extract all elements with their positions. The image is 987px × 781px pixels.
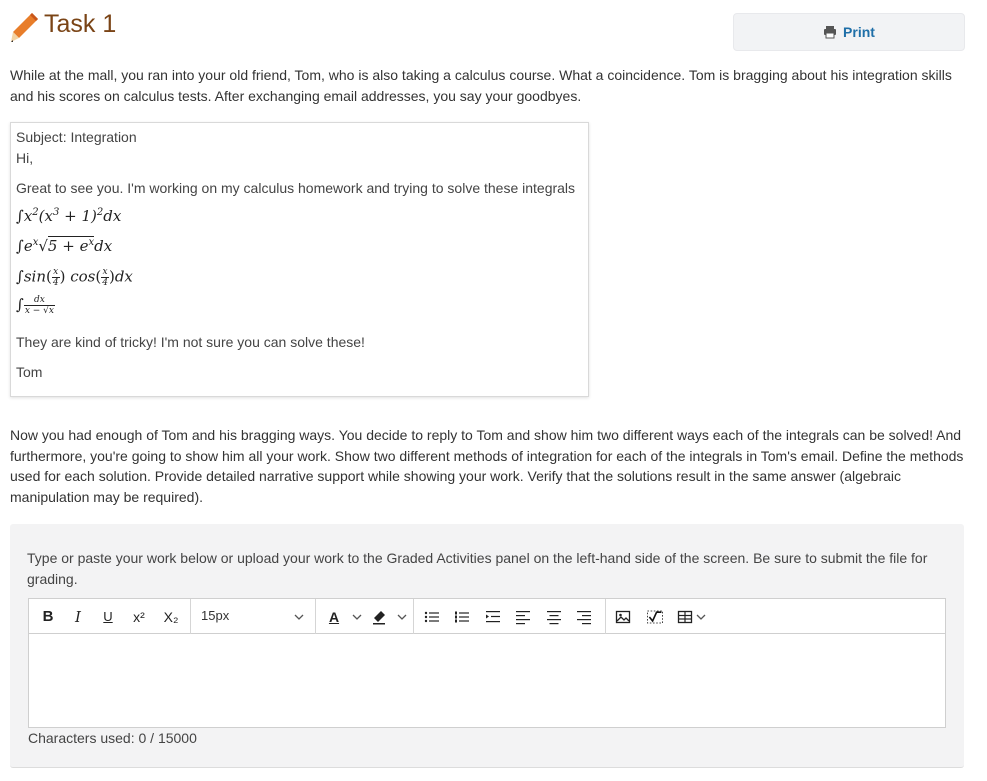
toolbar-divider bbox=[315, 599, 316, 634]
editor-toolbar: B I U x² X₂ 15px A bbox=[29, 599, 945, 634]
email-signature: Tom bbox=[16, 364, 43, 380]
editor-text-area[interactable] bbox=[29, 635, 945, 727]
superscript-button[interactable]: x² bbox=[127, 599, 151, 634]
italic-button[interactable]: I bbox=[69, 599, 87, 634]
align-right-icon[interactable] bbox=[575, 599, 593, 634]
print-button[interactable]: Print bbox=[733, 13, 965, 51]
toolbar-divider bbox=[413, 599, 414, 634]
chevron-down-icon[interactable] bbox=[696, 599, 706, 634]
align-left-icon[interactable] bbox=[514, 599, 532, 634]
submission-instruction: Type or paste your work below or upload … bbox=[27, 550, 928, 587]
rich-text-editor: B I U x² X₂ 15px A bbox=[28, 598, 946, 728]
font-size-value: 15px bbox=[201, 608, 230, 623]
underline-button[interactable]: U bbox=[99, 599, 117, 634]
page-header: Task 1 Print bbox=[10, 8, 965, 51]
numbered-list-icon[interactable] bbox=[453, 599, 471, 634]
equation-editor-icon[interactable] bbox=[643, 599, 667, 634]
indent-icon[interactable] bbox=[484, 599, 502, 634]
intro-paragraph: While at the mall, you ran into your old… bbox=[10, 67, 952, 104]
bold-button[interactable]: B bbox=[39, 599, 57, 634]
integral-4: ∫ dx x − √x bbox=[16, 295, 55, 316]
page-title: Task 1 bbox=[44, 10, 117, 38]
insert-image-icon[interactable] bbox=[614, 599, 632, 634]
integral-3: ∫sin(x 4) cos(x 4)dx bbox=[16, 267, 133, 288]
align-center-icon[interactable] bbox=[545, 599, 563, 634]
email-body: Great to see you. I'm working on my calc… bbox=[16, 180, 576, 196]
email-greeting: Hi, bbox=[16, 150, 34, 166]
integral-2: ∫ex√5 + exdx bbox=[16, 236, 113, 255]
chevron-down-icon[interactable] bbox=[397, 599, 407, 634]
toolbar-divider bbox=[605, 599, 606, 634]
email-subject: Subject: Integration bbox=[16, 129, 137, 145]
task-instructions: Now you had enough of Tom and his braggi… bbox=[10, 427, 964, 505]
highlight-icon[interactable] bbox=[369, 599, 389, 634]
table-icon[interactable] bbox=[676, 599, 694, 634]
chevron-down-icon[interactable] bbox=[352, 599, 362, 634]
submission-panel: Type or paste your work below or upload … bbox=[10, 524, 964, 768]
pencil-icon bbox=[11, 13, 38, 42]
email-closing: They are kind of tricky! I'm not sure yo… bbox=[16, 334, 365, 350]
bullet-list-icon[interactable] bbox=[423, 599, 441, 634]
character-counter: Characters used: 0 / 15000 bbox=[28, 730, 197, 746]
subscript-button[interactable]: X₂ bbox=[159, 599, 183, 634]
email-card: Subject: Integration Hi, Great to see yo… bbox=[10, 122, 589, 397]
chevron-down-icon bbox=[294, 599, 304, 634]
printer-icon bbox=[824, 26, 837, 39]
font-color-button[interactable]: A bbox=[325, 599, 343, 634]
integral-1: ∫x2(x3 + 1)2dx bbox=[16, 207, 122, 225]
print-label: Print bbox=[843, 24, 875, 40]
